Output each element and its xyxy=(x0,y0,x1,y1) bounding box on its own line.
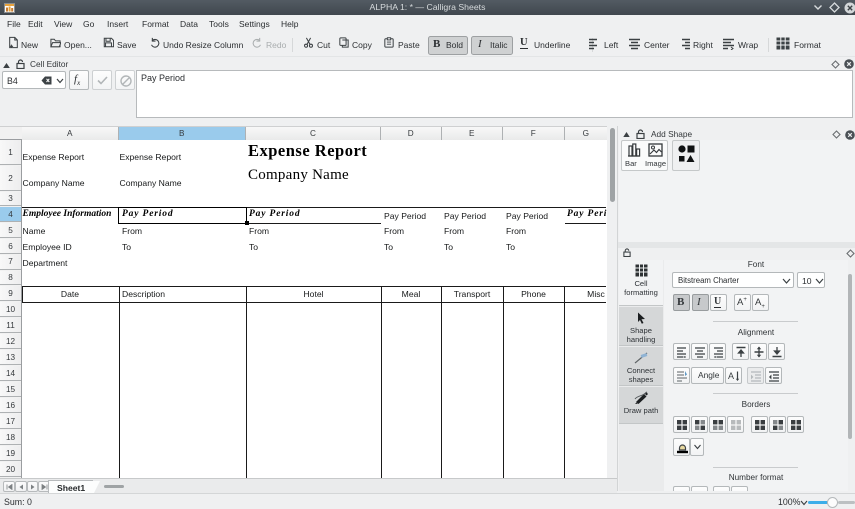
svg-text:A: A xyxy=(728,371,734,381)
